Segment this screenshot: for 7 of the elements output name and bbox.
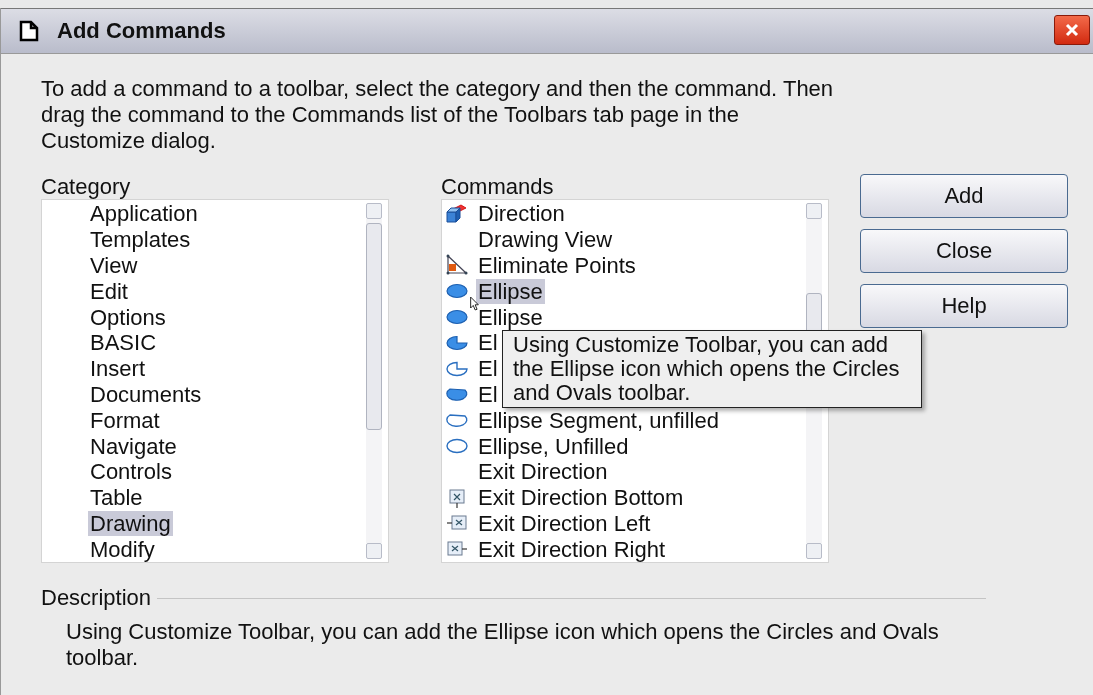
category-label: Category [41,174,132,199]
tooltip: Using Customize Toolbar, you can add the Ellipse icon which opens the Circles and Ovals toolbar. [502,330,922,408]
description-text: Using Customize Toolbar, you can add the Ellipse icon which opens the Circles and Ovals toolbar. [66,619,940,671]
description-label: Description [41,585,152,611]
window-title: Add Commands [57,18,226,44]
commands-label: Commands [441,174,555,199]
instruction-text: To add a command to a toolbar, select the category and then the command. Then drag the command to the Commands list of the Toolbars tab page in the Customize dialog. [41,76,835,154]
